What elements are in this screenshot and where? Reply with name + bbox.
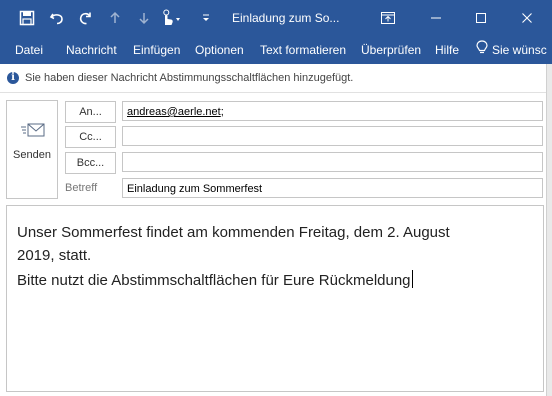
undo-icon[interactable]: [46, 0, 68, 36]
up-arrow-icon[interactable]: [105, 0, 125, 36]
info-bar-text: Sie haben dieser Nachricht Abstimmungssc…: [25, 72, 354, 84]
window-title: Einladung zum So...: [232, 11, 340, 25]
lightbulb-icon: [476, 37, 488, 65]
title-bar: Einladung zum So...: [0, 0, 552, 36]
to-separator: ;: [220, 106, 224, 118]
save-icon[interactable]: [17, 0, 37, 36]
tab-ueberpruefen[interactable]: Überprüfen: [361, 36, 421, 64]
body-line: Unser Sommerfest findet am kommenden Fre…: [17, 224, 450, 241]
to-field[interactable]: andreas@aerle.net;: [122, 101, 543, 121]
subject-field[interactable]: Einladung zum Sommerfest: [122, 178, 543, 198]
tab-datei[interactable]: Datei: [15, 36, 43, 64]
bcc-field[interactable]: [122, 152, 543, 172]
info-bar: i Sie haben dieser Nachricht Abstimmungs…: [0, 64, 546, 93]
body-line: 2019, statt.: [17, 247, 92, 264]
ribbon-display-icon[interactable]: [375, 0, 401, 36]
send-button[interactable]: Senden: [6, 100, 58, 199]
tell-me-label: Sie wünsc: [492, 43, 547, 57]
ribbon-tabs: Datei Nachricht Einfügen Optionen Text f…: [0, 36, 552, 64]
close-icon[interactable]: [514, 0, 540, 36]
send-icon: [21, 121, 45, 144]
maximize-icon[interactable]: [468, 0, 494, 36]
tab-hilfe[interactable]: Hilfe: [435, 36, 459, 64]
tab-nachricht[interactable]: Nachricht: [66, 36, 117, 64]
customize-dropdown-icon[interactable]: [198, 0, 214, 36]
touch-mode-icon[interactable]: [158, 0, 184, 36]
message-body[interactable]: Unser Sommerfest findet am kommenden Fre…: [6, 205, 544, 392]
minimize-icon[interactable]: [423, 0, 449, 36]
cc-button[interactable]: Cc...: [65, 126, 116, 148]
bcc-button[interactable]: Bcc...: [65, 152, 116, 174]
redo-icon[interactable]: [75, 0, 97, 36]
tab-text-formatieren[interactable]: Text formatieren: [260, 36, 346, 64]
info-icon: i: [7, 72, 19, 84]
down-arrow-icon[interactable]: [134, 0, 154, 36]
body-line-last: Bitte nutzt die Abstimmschaltflächen für…: [17, 270, 413, 289]
to-recipient[interactable]: andreas@aerle.net: [127, 106, 221, 118]
tell-me-search[interactable]: Sie wünsc: [476, 36, 547, 64]
text-cursor: [411, 270, 413, 288]
to-button[interactable]: An...: [65, 101, 116, 123]
subject-label: Betreff: [65, 182, 98, 194]
tab-optionen[interactable]: Optionen: [195, 36, 244, 64]
scrollbar[interactable]: [546, 64, 552, 396]
tab-einfuegen[interactable]: Einfügen: [133, 36, 180, 64]
cc-field[interactable]: [122, 126, 543, 146]
body-line: Bitte nutzt die Abstimmschaltflächen für…: [17, 272, 411, 289]
send-label: Senden: [13, 149, 51, 161]
